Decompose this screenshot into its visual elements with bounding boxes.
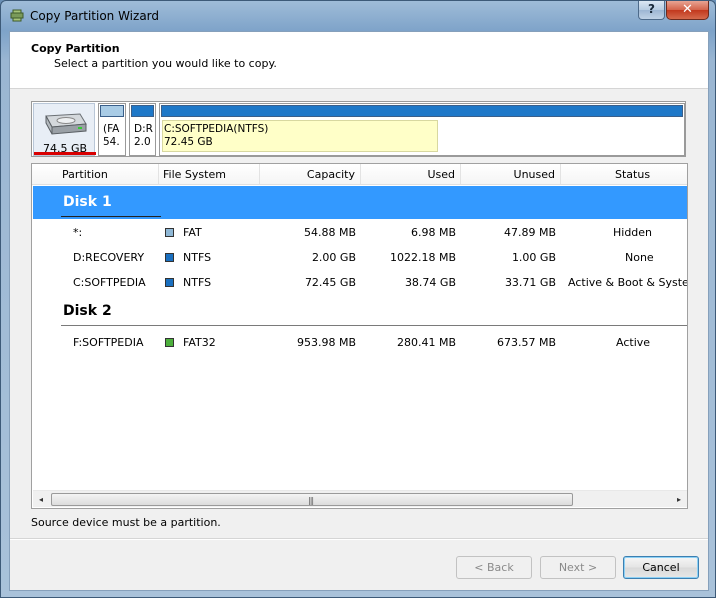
fs-color-icon bbox=[165, 338, 174, 347]
fs-color-icon bbox=[165, 278, 174, 287]
cell-used: 38.74 GB bbox=[404, 276, 456, 289]
table-row[interactable]: D:RECOVERY NTFS 2.00 GB 1022.18 MB 1.00 … bbox=[33, 245, 687, 270]
page-subtitle: Select a partition you would like to cop… bbox=[54, 57, 277, 70]
cell-capacity: 72.45 GB bbox=[304, 276, 356, 289]
cell-capacity: 54.88 MB bbox=[303, 226, 356, 239]
cell-partition: F:SOFTPEDIA bbox=[73, 336, 144, 349]
grip-icon: ||| bbox=[308, 496, 314, 505]
column-capacity[interactable]: Capacity bbox=[307, 168, 355, 181]
disk-row-2[interactable]: Disk 2 bbox=[33, 295, 687, 328]
hard-disk-icon bbox=[45, 113, 87, 135]
disk-label: Disk 1 bbox=[63, 194, 112, 210]
help-button[interactable]: ? bbox=[638, 1, 665, 20]
footer-divider bbox=[10, 538, 708, 540]
title-bar[interactable]: Copy Partition Wizard ? ✕ bbox=[1, 1, 715, 31]
partition-block-text: (FA 54. bbox=[103, 123, 120, 148]
scroll-left-icon[interactable]: ◂ bbox=[35, 494, 47, 506]
disk-map-partition-recovery[interactable]: D:R 2.0 bbox=[129, 103, 156, 156]
list-header: Partition File System Capacity Used Unus… bbox=[32, 164, 687, 185]
scroll-right-icon[interactable]: ▸ bbox=[673, 494, 685, 506]
cell-partition: C:SOFTPEDIA bbox=[73, 276, 146, 289]
disk-map-partition-c[interactable]: C:SOFTPEDIA(NTFS) 72.45 GB bbox=[159, 103, 685, 156]
disk-divider bbox=[61, 325, 687, 326]
table-row[interactable]: C:SOFTPEDIA NTFS 72.45 GB 38.74 GB 33.71… bbox=[33, 270, 687, 295]
partition-bar bbox=[161, 105, 683, 117]
cell-file-system: NTFS bbox=[183, 251, 212, 264]
cell-file-system: FAT32 bbox=[183, 336, 216, 349]
cell-partition: D:RECOVERY bbox=[73, 251, 145, 264]
cell-unused: 33.71 GB bbox=[504, 276, 556, 289]
window-title: Copy Partition Wizard bbox=[30, 9, 160, 23]
wizard-window: Copy Partition Wizard ? ✕ Copy Partition… bbox=[0, 0, 716, 598]
cell-used: 1022.18 MB bbox=[389, 251, 456, 264]
cell-status: Hidden bbox=[613, 226, 653, 239]
disk-divider bbox=[61, 216, 161, 217]
partition-list[interactable]: Partition File System Capacity Used Unus… bbox=[31, 163, 688, 509]
partition-block-text: D:R 2.0 bbox=[134, 123, 153, 148]
disk-map-partition-fat[interactable]: (FA 54. bbox=[98, 103, 126, 156]
column-divider[interactable] bbox=[560, 164, 561, 184]
scrollbar-thumb[interactable]: ||| bbox=[51, 493, 573, 506]
column-divider[interactable] bbox=[259, 164, 260, 184]
table-row[interactable]: *: FAT 54.88 MB 6.98 MB 47.89 MB Hidden bbox=[33, 220, 687, 245]
page-title: Copy Partition bbox=[31, 42, 120, 55]
column-divider[interactable] bbox=[158, 164, 159, 184]
disk-map: 74.5 GB (FA 54. D:R 2.0 C:SOFTPEDIA(NTFS… bbox=[31, 101, 686, 157]
status-message: Source device must be a partition. bbox=[31, 516, 221, 529]
horizontal-scrollbar[interactable]: ◂ ||| ▸ bbox=[33, 490, 687, 507]
disk-map-disk-1[interactable]: 74.5 GB bbox=[33, 103, 96, 156]
disk-label: Disk 2 bbox=[63, 303, 112, 319]
disk-row-1[interactable]: Disk 1 bbox=[33, 186, 687, 219]
column-divider[interactable] bbox=[460, 164, 461, 184]
column-file-system[interactable]: File System bbox=[163, 168, 226, 181]
partition-bar bbox=[131, 105, 154, 117]
fs-color-icon bbox=[165, 228, 174, 237]
column-unused[interactable]: Unused bbox=[514, 168, 555, 181]
cell-status: None bbox=[625, 251, 654, 264]
wizard-client: Copy Partition Select a partition you wo… bbox=[9, 31, 709, 591]
cell-status: Active bbox=[616, 336, 651, 349]
cell-status: Active & Boot & System bbox=[568, 276, 687, 289]
cell-unused: 47.89 MB bbox=[503, 226, 556, 239]
fs-color-icon bbox=[165, 253, 174, 262]
table-row[interactable]: F:SOFTPEDIA FAT32 953.98 MB 280.41 MB 67… bbox=[33, 330, 687, 355]
cell-partition: *: bbox=[73, 226, 83, 239]
cell-used: 280.41 MB bbox=[396, 336, 456, 349]
disk-selection-bar bbox=[34, 152, 96, 155]
next-button[interactable]: Next > bbox=[540, 556, 616, 579]
cell-unused: 673.57 MB bbox=[496, 336, 556, 349]
column-status[interactable]: Status bbox=[615, 168, 650, 181]
app-icon bbox=[10, 9, 24, 22]
column-used[interactable]: Used bbox=[427, 168, 455, 181]
cell-capacity: 953.98 MB bbox=[296, 336, 356, 349]
cell-unused: 1.00 GB bbox=[511, 251, 556, 264]
cell-file-system: FAT bbox=[183, 226, 202, 239]
back-button[interactable]: < Back bbox=[456, 556, 532, 579]
cell-capacity: 2.00 GB bbox=[311, 251, 356, 264]
cell-file-system: NTFS bbox=[183, 276, 212, 289]
close-button[interactable]: ✕ bbox=[666, 1, 709, 20]
cell-used: 6.98 MB bbox=[410, 226, 456, 239]
partition-bar bbox=[100, 105, 124, 117]
partition-block-text: C:SOFTPEDIA(NTFS) 72.45 GB bbox=[164, 123, 269, 148]
wizard-header: Copy Partition Select a partition you wo… bbox=[10, 32, 708, 89]
column-partition[interactable]: Partition bbox=[62, 168, 108, 181]
column-divider[interactable] bbox=[360, 164, 361, 184]
cancel-button[interactable]: Cancel bbox=[623, 556, 699, 579]
